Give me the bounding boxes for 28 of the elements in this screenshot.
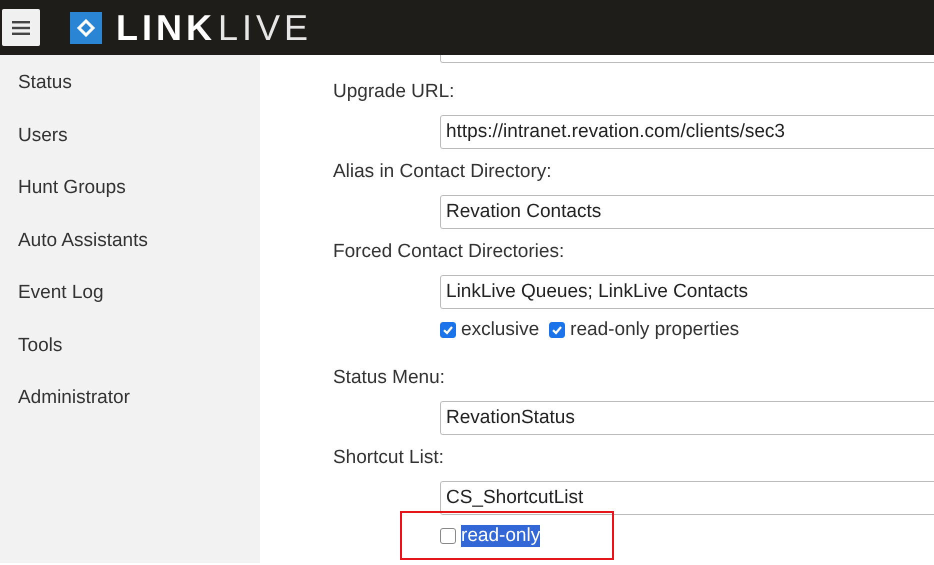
logo-text: LINK	[116, 6, 216, 48]
input-field[interactable]: CS_ShortcutList	[440, 481, 934, 515]
menu-button[interactable]	[2, 9, 40, 46]
sidebar-item[interactable]: Tools	[0, 334, 260, 386]
checkbox[interactable]	[440, 322, 456, 338]
field-label: Shortcut List:	[333, 446, 445, 470]
field-label: Status Menu:	[333, 366, 446, 390]
checkbox-label: exclusive	[461, 319, 540, 341]
sidebar-item[interactable]: Hunt Groups	[0, 176, 260, 228]
checkbox[interactable]	[549, 322, 566, 338]
sidebar-item[interactable]: Status	[0, 71, 260, 124]
menu-icon	[12, 20, 30, 34]
checkbox-label: read-only	[461, 524, 540, 546]
input-field[interactable]: Revation Contacts	[440, 195, 934, 229]
checkbox[interactable]	[440, 528, 456, 544]
sidebar-item[interactable]: Event Log	[0, 281, 260, 334]
sidebar-item[interactable]: Auto Assistants	[0, 228, 260, 281]
sidebar-item[interactable]: Administrator	[0, 386, 260, 438]
field-label: Alias in Contact Directory:	[333, 160, 553, 184]
input-field[interactable]: RevationStatus	[440, 401, 934, 435]
input-field[interactable]: LinkLive Queues; LinkLive Contacts	[440, 275, 934, 309]
checkbox-label: read-only properties	[570, 319, 740, 341]
logo-icon	[70, 12, 102, 44]
input-field[interactable]: https://intranet.revation.com/clients/sec3	[440, 115, 934, 149]
field-label: Forced Contact Directories:	[333, 240, 566, 264]
logo-text: LIVE	[218, 6, 312, 48]
sidebar-item[interactable]: Users	[0, 124, 260, 176]
field-label: Upgrade URL:	[333, 80, 456, 104]
